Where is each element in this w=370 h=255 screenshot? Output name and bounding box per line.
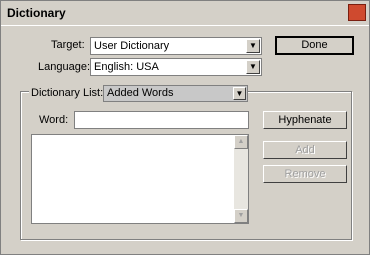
scroll-up-icon[interactable]: ▲ — [234, 135, 248, 149]
language-select[interactable]: English: USA ▼ — [90, 58, 262, 76]
remove-button[interactable]: Remove — [263, 165, 347, 183]
dictionary-list-value: Added Words — [107, 87, 174, 99]
dictionary-list-label: Dictionary List: — [29, 87, 106, 99]
chevron-down-icon[interactable]: ▼ — [233, 87, 246, 100]
dictionary-list-select[interactable]: Added Words ▼ — [103, 85, 248, 102]
word-input[interactable] — [74, 111, 249, 129]
target-label: Target: — [51, 39, 85, 51]
target-select[interactable]: User Dictionary ▼ — [90, 37, 262, 55]
language-label: Language: — [38, 61, 90, 73]
scrollbar[interactable]: ▲ ▼ — [234, 135, 248, 223]
word-label: Word: — [39, 114, 69, 126]
word-list[interactable]: ▲ ▼ — [31, 134, 249, 224]
target-value: User Dictionary — [94, 40, 170, 52]
chevron-down-icon[interactable]: ▼ — [246, 39, 260, 53]
hyphenate-button[interactable]: Hyphenate — [263, 111, 347, 129]
close-icon[interactable] — [348, 4, 366, 21]
title-bar: Dictionary — [1, 1, 369, 26]
window-title: Dictionary — [7, 6, 66, 20]
add-button[interactable]: Add — [263, 141, 347, 159]
scroll-down-icon[interactable]: ▼ — [234, 209, 248, 223]
language-value: English: USA — [94, 61, 159, 73]
dictionary-dialog: Dictionary Target: User Dictionary ▼ Lan… — [0, 0, 370, 255]
chevron-down-icon[interactable]: ▼ — [246, 60, 260, 74]
done-button[interactable]: Done — [275, 36, 354, 55]
